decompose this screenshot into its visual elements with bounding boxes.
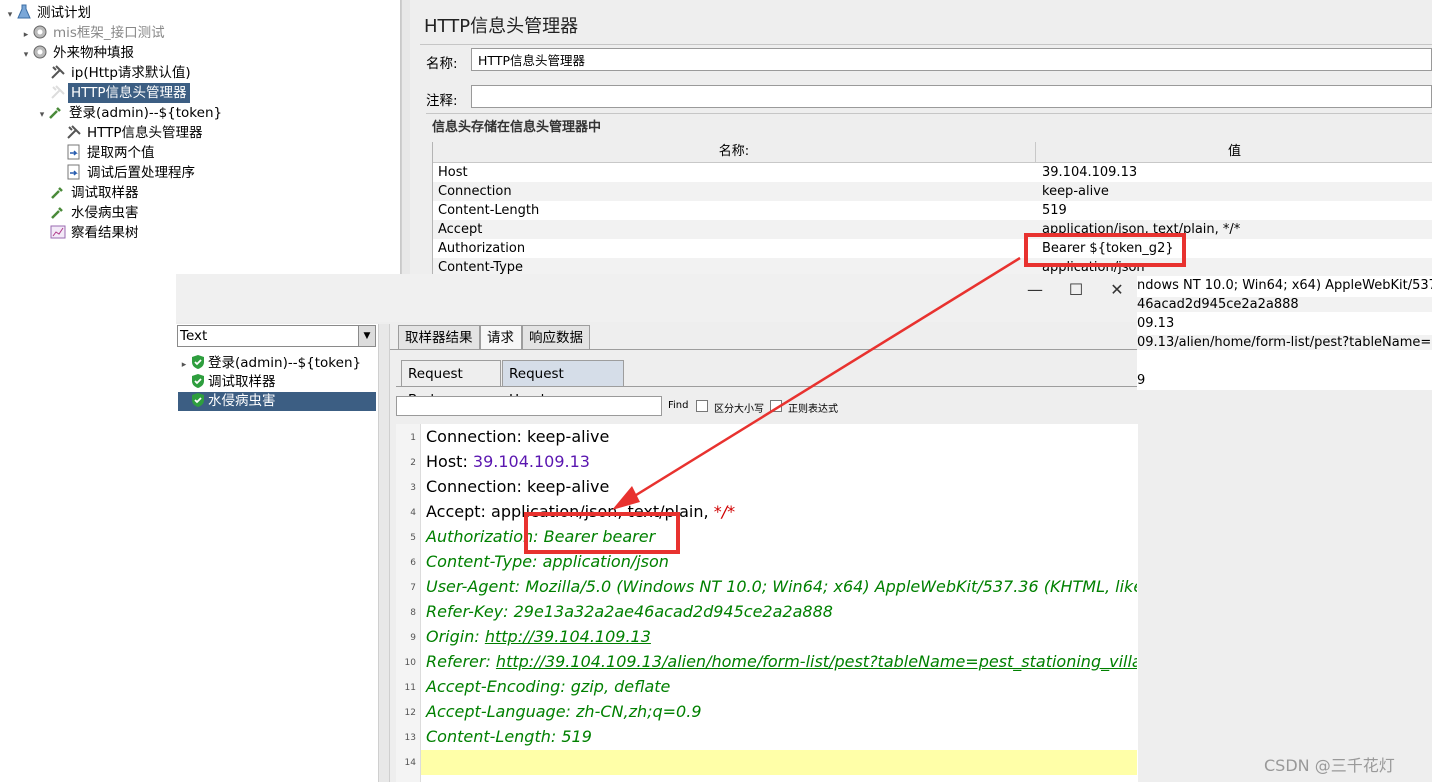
arrow-head [612,486,640,510]
arrow-line [627,256,1021,502]
annotation-arrow [612,256,1021,510]
watermark: CSDN @三千花灯 [1264,756,1395,775]
